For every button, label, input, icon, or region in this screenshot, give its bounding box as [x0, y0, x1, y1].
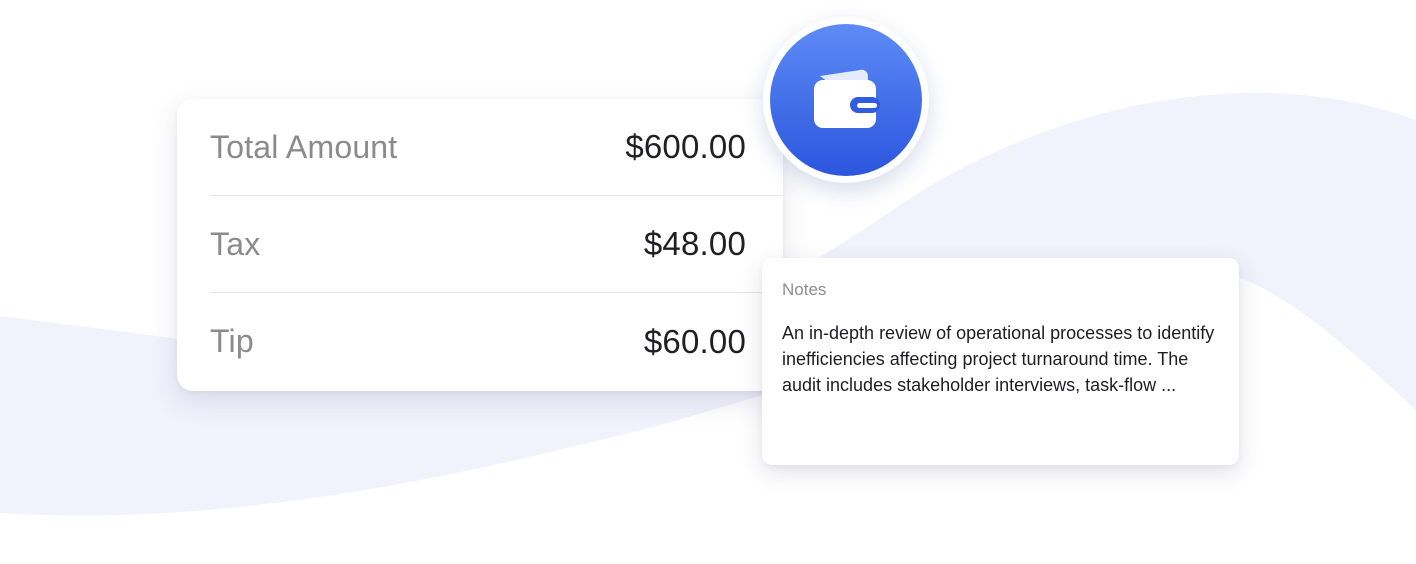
tip-row: Tip $60.00	[210, 293, 782, 390]
total-amount-label: Total Amount	[210, 128, 398, 165]
total-amount-value: $600.00	[625, 128, 746, 165]
tax-row: Tax $48.00	[210, 196, 782, 293]
expense-summary-illustration: Total Amount $600.00 Tax $48.00 Tip $60.…	[0, 0, 1416, 564]
total-amount-row: Total Amount $600.00	[210, 99, 782, 196]
notes-body: An in-depth review of operational proces…	[782, 323, 1215, 395]
amount-summary-card: Total Amount $600.00 Tax $48.00 Tip $60.…	[177, 99, 783, 391]
wallet-badge	[763, 17, 929, 183]
wallet-icon	[814, 69, 880, 128]
tax-value: $48.00	[643, 225, 746, 262]
tax-label: Tax	[210, 225, 261, 262]
wallet-badge-circle	[770, 24, 922, 176]
notes-card: Notes An in-depth review of operational …	[762, 258, 1239, 465]
tip-value: $60.00	[643, 322, 746, 360]
tip-label: Tip	[210, 323, 254, 359]
notes-title: Notes	[782, 280, 827, 299]
